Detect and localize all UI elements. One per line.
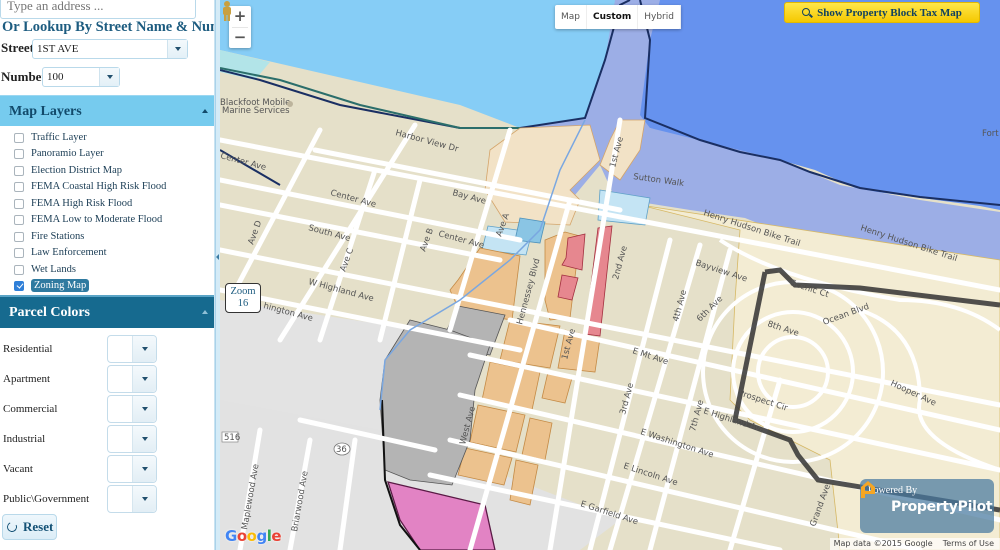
zoom-out-button[interactable]: − bbox=[229, 27, 251, 48]
layer-fema-coastal[interactable]: FEMA Coastal High Risk Flood bbox=[14, 179, 166, 194]
number-dropdown-icon[interactable] bbox=[99, 68, 119, 86]
collapse-icon bbox=[202, 310, 208, 314]
color-picker-residential[interactable] bbox=[107, 335, 157, 363]
checkbox[interactable] bbox=[14, 264, 24, 275]
checkbox[interactable] bbox=[14, 214, 24, 225]
map-layers-list: Traffic Layer Panoramio Layer Election D… bbox=[0, 126, 214, 297]
number-value: 100 bbox=[47, 71, 64, 83]
refresh-icon bbox=[5, 520, 19, 534]
checkbox-checked[interactable] bbox=[14, 280, 24, 291]
street-dropdown-icon[interactable] bbox=[167, 40, 187, 58]
layer-fire-stations[interactable]: Fire Stations bbox=[14, 229, 84, 244]
parcel-label-commercial: Commercial bbox=[3, 403, 58, 415]
checkbox[interactable] bbox=[14, 181, 24, 192]
color-picker-public-government[interactable] bbox=[107, 485, 157, 513]
reset-button[interactable]: Reset bbox=[2, 514, 57, 540]
poi-label: Marine Services bbox=[222, 106, 290, 116]
map-layers-title: Map Layers bbox=[9, 104, 82, 119]
street-select[interactable]: 1ST AVE bbox=[32, 39, 188, 59]
parcel-colors-header[interactable]: Parcel Colors bbox=[0, 297, 214, 328]
dropdown-icon[interactable] bbox=[132, 336, 156, 362]
chevron-left-icon bbox=[216, 254, 219, 260]
layer-law-enforcement[interactable]: Law Enforcement bbox=[14, 245, 107, 260]
layer-election-district[interactable]: Election District Map bbox=[14, 163, 122, 178]
terms-of-use-link[interactable]: Terms of Use bbox=[943, 538, 994, 550]
map-type-map[interactable]: Map bbox=[555, 5, 587, 29]
search-icon bbox=[802, 7, 811, 16]
layer-wet-lands[interactable]: Wet Lands bbox=[14, 262, 76, 277]
property-pilot-logo-icon bbox=[861, 481, 875, 498]
dropdown-icon[interactable] bbox=[132, 396, 156, 422]
zoom-level-badge: Zoom 16 bbox=[225, 283, 261, 313]
layer-traffic[interactable]: Traffic Layer bbox=[14, 130, 87, 145]
google-logo: Google bbox=[225, 527, 282, 545]
checkbox[interactable] bbox=[14, 165, 24, 176]
parcel-label-public-government: Public\Government bbox=[3, 493, 90, 505]
layer-fema-high[interactable]: FEMA High Risk Flood bbox=[14, 196, 132, 211]
checkbox[interactable] bbox=[14, 231, 24, 242]
map-canvas[interactable]: Blackfoot Mobile Marine Services Harbor … bbox=[220, 0, 1000, 550]
route-label: 516 bbox=[224, 433, 240, 443]
parcel-label-vacant: Vacant bbox=[3, 463, 33, 475]
show-tax-map-button[interactable]: Show Property Block Tax Map bbox=[784, 2, 980, 23]
dropdown-icon[interactable] bbox=[132, 366, 156, 392]
map-type-hybrid[interactable]: Hybrid bbox=[638, 5, 681, 29]
checkbox[interactable] bbox=[14, 247, 24, 258]
layer-fema-low-moderate[interactable]: FEMA Low to Moderate Flood bbox=[14, 212, 162, 227]
color-picker-apartment[interactable] bbox=[107, 365, 157, 393]
parcel-colors-title: Parcel Colors bbox=[9, 305, 90, 320]
address-search-input[interactable] bbox=[0, 0, 196, 19]
dropdown-icon[interactable] bbox=[132, 426, 156, 452]
route-label: 36 bbox=[336, 445, 347, 455]
lookup-title: Or Lookup By Street Name & Number bbox=[2, 19, 214, 35]
collapse-icon bbox=[202, 109, 208, 113]
map-layers-header[interactable]: Map Layers bbox=[0, 95, 214, 126]
parcel-label-industrial: Industrial bbox=[3, 433, 46, 445]
parcel-label-apartment: Apartment bbox=[3, 373, 51, 385]
color-picker-industrial[interactable] bbox=[107, 425, 157, 453]
checkbox[interactable] bbox=[14, 148, 24, 159]
pegman-icon[interactable] bbox=[220, 0, 234, 22]
color-picker-commercial[interactable] bbox=[107, 395, 157, 423]
dropdown-icon[interactable] bbox=[132, 456, 156, 482]
layer-zoning-map[interactable]: Zoning Map bbox=[14, 278, 90, 293]
checkbox[interactable] bbox=[14, 132, 24, 143]
sidebar: Or Lookup By Street Name & Number Street… bbox=[0, 0, 215, 550]
street-label: Street bbox=[1, 40, 34, 55]
street-value: 1ST AVE bbox=[37, 43, 79, 55]
dropdown-icon[interactable] bbox=[132, 486, 156, 512]
parcel-label-residential: Residential bbox=[3, 343, 53, 355]
map-attribution: Map data ©2015 Google Terms of Use bbox=[829, 538, 1000, 550]
place-label: Fort H bbox=[982, 129, 1000, 139]
poi-marker-icon[interactable] bbox=[287, 101, 293, 107]
number-label: Number bbox=[1, 69, 48, 84]
map-tiles[interactable]: Blackfoot Mobile Marine Services Harbor … bbox=[220, 0, 1000, 550]
property-pilot-badge[interactable]: Powered By PropertyPilot bbox=[860, 479, 994, 533]
layer-panoramio[interactable]: Panoramio Layer bbox=[14, 146, 104, 161]
map-type-control: Map Custom Hybrid bbox=[555, 5, 681, 29]
number-select[interactable]: 100 bbox=[42, 67, 120, 87]
color-picker-vacant[interactable] bbox=[107, 455, 157, 483]
checkbox[interactable] bbox=[14, 198, 24, 209]
map-type-custom[interactable]: Custom bbox=[587, 5, 639, 29]
